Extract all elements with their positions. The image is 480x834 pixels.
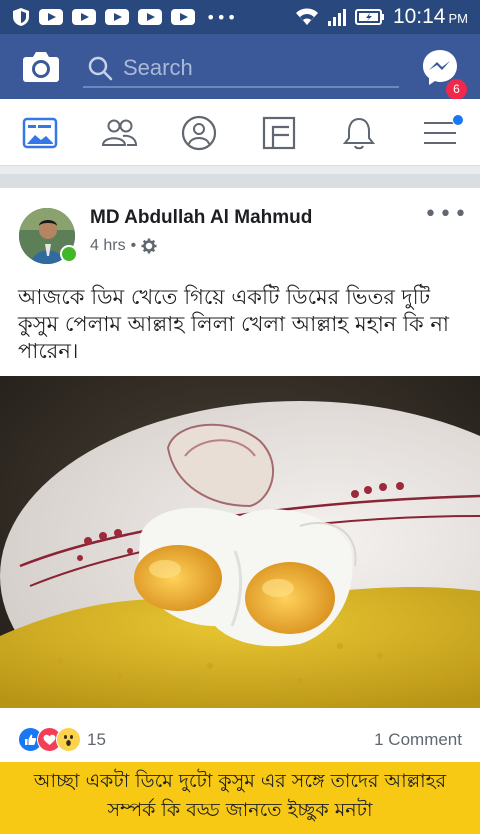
pages-icon[interactable] (261, 115, 297, 151)
youtube-icon (105, 9, 129, 25)
feed-post: MD Abdullah Al Mahmud 4 hrs • ••• আজকে ড… (0, 188, 480, 834)
more-notifications-icon: ••• (206, 7, 238, 27)
meta-separator: • (130, 237, 137, 254)
wifi-icon (295, 8, 318, 25)
feed-divider (0, 166, 480, 188)
battery-icon (354, 9, 384, 25)
post-text: আজকে ডিম খেতে গিয়ে একটি ডিমের ভিতর দুটি… (18, 285, 449, 363)
post-options-button[interactable]: ••• (424, 204, 469, 226)
profile-icon[interactable] (181, 115, 217, 151)
post-photo[interactable] (0, 376, 480, 708)
reaction-summary[interactable]: 15 (18, 727, 106, 752)
messenger-badge: 6 (446, 79, 467, 100)
search-icon (88, 56, 113, 81)
online-indicator (60, 245, 78, 263)
signal-icon (327, 9, 346, 26)
wow-reaction-icon (56, 727, 81, 752)
clock: 10:14 PM (392, 5, 468, 28)
status-bar: ••• 10:14 PM (0, 0, 480, 34)
friends-icon[interactable] (101, 115, 137, 151)
shield-icon (13, 8, 29, 26)
camera-icon[interactable] (22, 49, 60, 83)
reaction-count: 15 (87, 729, 106, 749)
youtube-icon (138, 9, 162, 25)
notifications-icon[interactable] (341, 115, 377, 151)
main-nav (0, 99, 480, 166)
gear-icon (141, 238, 157, 254)
youtube-icon (171, 9, 195, 25)
overlay-caption: আচ্ছা একটা ডিমে দুটো কুসুম এর সঙ্গে তাদে… (0, 762, 480, 834)
app-header: Search 6 (0, 34, 480, 100)
news-feed-icon[interactable] (22, 115, 58, 151)
post-meta: 4 hrs • (90, 237, 157, 255)
search-bar[interactable]: Search (83, 50, 399, 88)
menu-notification-dot (452, 114, 464, 126)
egg-photo (0, 376, 480, 708)
comment-count-link[interactable]: 1 Comment (374, 730, 462, 750)
post-time[interactable]: 4 hrs (90, 237, 126, 255)
youtube-icon (39, 9, 63, 25)
post-author[interactable]: MD Abdullah Al Mahmud (90, 207, 312, 229)
search-input[interactable]: Search (123, 55, 193, 81)
youtube-icon (72, 9, 96, 25)
